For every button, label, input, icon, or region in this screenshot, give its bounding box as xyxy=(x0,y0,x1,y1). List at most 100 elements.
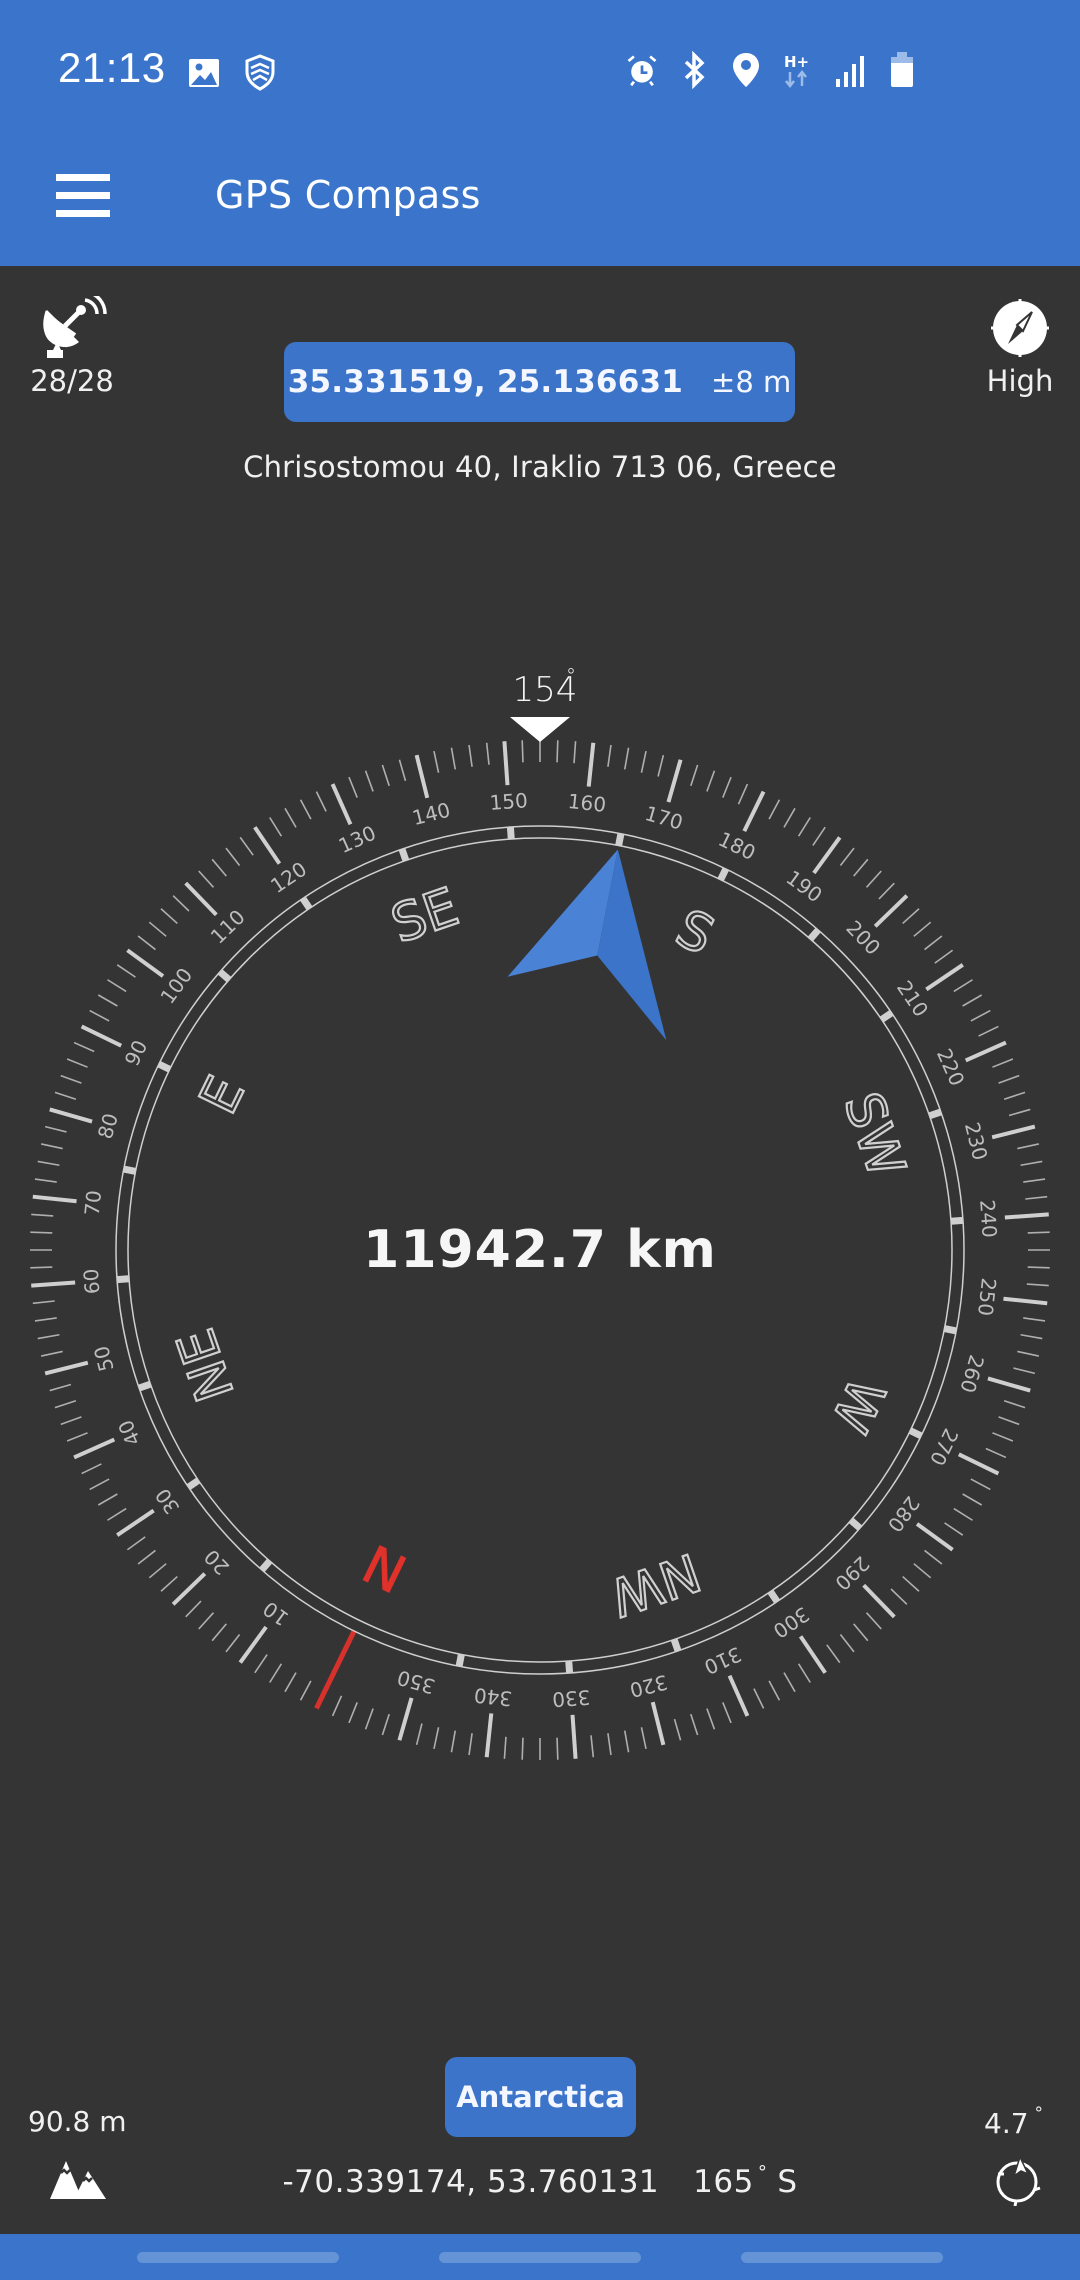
minor-tick xyxy=(450,1730,457,1753)
degree-label: 300 xyxy=(769,1602,814,1643)
degree-label: 130 xyxy=(335,821,380,858)
cardinal-ne: NE xyxy=(166,1321,246,1408)
minor-tick xyxy=(962,1493,983,1506)
major-tick xyxy=(171,1572,207,1606)
minor-tick xyxy=(992,1432,1014,1442)
minor-tick xyxy=(148,921,167,937)
major-tick xyxy=(414,754,430,799)
ring-marker xyxy=(137,1380,152,1392)
minor-tick xyxy=(878,882,895,900)
major-tick xyxy=(80,1024,123,1048)
heading-marker xyxy=(510,717,570,742)
degree-label: 160 xyxy=(567,789,607,817)
minor-tick xyxy=(913,921,932,937)
degree-label: 170 xyxy=(642,801,685,835)
compass-accuracy[interactable]: High xyxy=(972,296,1068,398)
ring-marker xyxy=(717,867,730,882)
degree-label: 50 xyxy=(89,1343,118,1374)
minor-tick xyxy=(73,1041,95,1053)
ring-marker xyxy=(908,1427,923,1440)
shield-icon xyxy=(245,54,275,91)
bluetooth-icon xyxy=(684,50,705,90)
major-tick xyxy=(73,1437,116,1460)
minor-tick xyxy=(239,836,254,856)
minor-tick xyxy=(607,744,612,767)
ring-marker xyxy=(565,1660,574,1674)
minor-tick xyxy=(768,799,781,820)
minor-tick xyxy=(1003,1091,1026,1100)
minor-tick xyxy=(826,1644,841,1664)
major-tick xyxy=(44,1360,89,1376)
ring-marker xyxy=(848,1517,863,1531)
minor-tick xyxy=(853,858,869,877)
app-title: GPS Compass xyxy=(215,173,481,217)
minor-tick xyxy=(953,1507,973,1521)
minor-tick xyxy=(49,1383,72,1392)
ring-marker xyxy=(455,1653,465,1667)
minor-tick xyxy=(54,1400,77,1409)
alarm-icon xyxy=(627,55,657,87)
minor-tick xyxy=(284,807,297,828)
nav-home[interactable] xyxy=(439,2252,641,2263)
major-tick xyxy=(742,790,766,833)
minor-tick xyxy=(97,1493,118,1506)
major-tick xyxy=(484,1713,494,1758)
minor-tick xyxy=(331,1695,343,1717)
minor-tick xyxy=(1020,1160,1043,1167)
minor-tick xyxy=(468,744,473,767)
target-bearing-unit: ° xyxy=(757,2162,768,2183)
minor-tick xyxy=(1023,1178,1046,1183)
minor-tick xyxy=(978,1025,999,1037)
nav-back[interactable] xyxy=(741,2252,943,2263)
minor-tick xyxy=(521,1737,524,1760)
minor-tick xyxy=(60,1074,82,1084)
minor-tick xyxy=(753,1688,765,1709)
status-bar: 21:13 H+ xyxy=(0,0,1080,140)
current-coordinates-button[interactable]: 35.331519, 25.136631 ±8 m xyxy=(284,342,795,422)
gps-accuracy: ±8 m xyxy=(711,365,792,399)
minor-tick xyxy=(299,799,312,820)
target-direction-arrow xyxy=(507,849,667,1041)
rotate-compass-icon[interactable] xyxy=(990,2152,1044,2206)
minor-tick xyxy=(107,979,127,993)
major-tick xyxy=(650,1701,666,1746)
minor-tick xyxy=(160,908,178,925)
minor-tick xyxy=(797,1663,811,1683)
cardinal-e: E xyxy=(189,1067,257,1123)
hamburger-menu-icon[interactable] xyxy=(52,168,112,224)
satellite-status[interactable]: 28/28 xyxy=(26,296,118,398)
minor-tick xyxy=(962,994,983,1007)
north-tick xyxy=(314,1629,357,1710)
minor-tick xyxy=(364,770,374,792)
nav-recent-apps[interactable] xyxy=(137,2252,339,2263)
minor-tick xyxy=(34,1317,57,1322)
minor-tick xyxy=(116,964,136,978)
minor-tick xyxy=(315,791,327,812)
minor-tick xyxy=(556,740,559,763)
minor-tick xyxy=(902,1575,920,1592)
minor-tick xyxy=(1026,1283,1049,1287)
degree-label: 120 xyxy=(266,857,311,898)
cardinal-w: W xyxy=(819,1368,895,1441)
minor-tick xyxy=(768,1680,781,1701)
altitude-value: 90.8 m xyxy=(28,2105,127,2138)
minor-tick xyxy=(89,1009,110,1022)
minor-tick xyxy=(970,1478,991,1491)
minor-tick xyxy=(783,807,796,828)
target-location-button[interactable]: Antarctica xyxy=(445,2057,636,2137)
minor-tick xyxy=(737,783,749,805)
ring-marker xyxy=(123,1165,137,1175)
major-tick xyxy=(502,741,510,786)
ring-marker xyxy=(807,927,821,942)
minor-tick xyxy=(970,1009,991,1022)
declination-readout: 4.7 ° xyxy=(984,2104,1043,2140)
major-tick xyxy=(1004,1212,1049,1220)
minor-tick xyxy=(1023,1317,1046,1322)
minor-tick xyxy=(985,1447,1007,1459)
minor-tick xyxy=(1008,1108,1031,1117)
hplus-data-icon: H+ xyxy=(784,53,809,89)
minor-tick xyxy=(198,1612,215,1630)
cardinal-nw: NW xyxy=(602,1541,707,1627)
minor-tick xyxy=(66,1058,88,1068)
major-tick xyxy=(570,1714,578,1759)
